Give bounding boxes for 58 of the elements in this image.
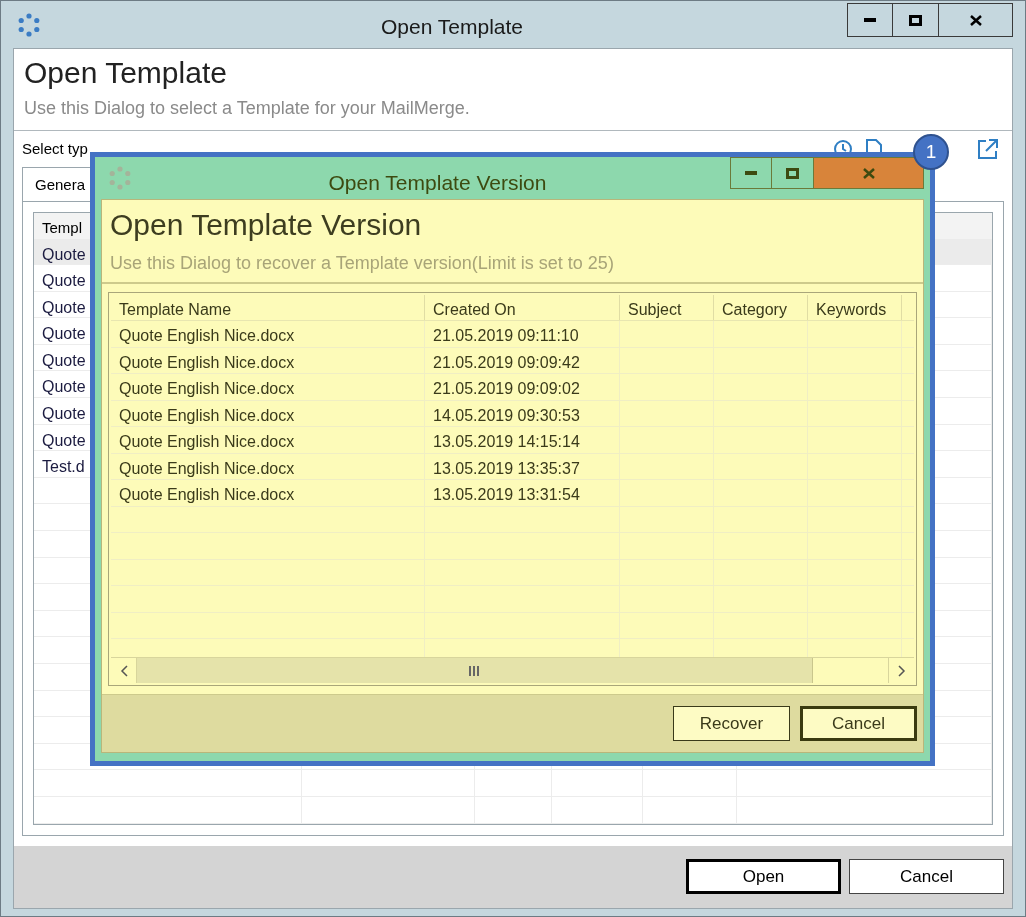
app-logo-icon: [108, 166, 132, 190]
maximize-button[interactable]: [893, 3, 939, 37]
table-cell: Quote: [42, 431, 86, 449]
table-cell: Quote: [42, 298, 86, 316]
dialog-subtitle: Use this Dialog to select a Template for your MailMerge.: [24, 97, 471, 120]
minimize-icon: [745, 171, 757, 175]
table-cell: Quote: [42, 405, 86, 423]
table-cell: Quote: [42, 325, 86, 343]
table-cell: Quote: [42, 245, 86, 263]
column-header: Category: [714, 295, 808, 320]
column-header: Keywords: [808, 295, 902, 320]
cancel-button[interactable]: Cancel: [800, 706, 917, 741]
window-title: Open Template: [379, 14, 524, 40]
table-cell: Quote: [42, 378, 86, 396]
minimize-button[interactable]: [847, 3, 893, 37]
column-header: Subject: [620, 295, 714, 320]
dialog-heading: Open Template: [24, 55, 228, 91]
external-link-icon[interactable]: [976, 137, 1000, 161]
table-cell: 21.05.2019 09:09:42: [433, 353, 580, 371]
minimize-button[interactable]: [730, 157, 772, 189]
table-cell: 13.05.2019 14:15:14: [433, 433, 580, 450]
window-title: Open Template Version: [327, 170, 548, 196]
table-cell: Quote English Nice.docx: [119, 327, 295, 344]
column-header: Template Name: [111, 295, 425, 320]
recover-button[interactable]: Recover: [673, 706, 790, 741]
table-cell: Quote English Nice.docx: [119, 353, 295, 371]
table-cell: Test.d: [42, 458, 85, 476]
table-cell: 14.05.2019 09:30:53: [433, 406, 580, 424]
dialog-heading: Open Template Version: [110, 207, 423, 243]
maximize-icon: [909, 14, 922, 26]
table-cell: 13.05.2019 13:35:37: [433, 459, 580, 477]
grip-icon: [469, 665, 480, 676]
table-cell: Quote English Nice.docx: [119, 380, 295, 397]
scrollbar-thumb[interactable]: [137, 658, 813, 683]
column-header: Templ: [42, 218, 82, 236]
type-label: Select typ: [22, 138, 88, 159]
table-cell: 21.05.2019 09:11:10: [433, 327, 579, 344]
table-cell: 21.05.2019 09:09:02: [433, 380, 580, 397]
table-cell: Quote English Nice.docx: [119, 406, 295, 424]
table-cell: Quote English Nice.docx: [119, 486, 295, 503]
maximize-icon: [786, 167, 799, 179]
table-cell: Quote English Nice.docx: [119, 459, 295, 477]
dialog-subtitle: Use this Dialog to recover a Template version(Limit is set to 25): [110, 252, 615, 275]
cancel-button[interactable]: Cancel: [849, 859, 1004, 895]
table-cell: Quote: [42, 351, 86, 369]
close-button[interactable]: [939, 3, 1013, 37]
close-icon: [969, 14, 982, 26]
column-header: Created On: [425, 295, 620, 320]
table-cell: Quote English Nice.docx: [119, 433, 295, 450]
minimize-icon: [864, 18, 876, 22]
close-icon: [862, 167, 875, 179]
app-logo-icon: [17, 12, 41, 37]
table-cell: Quote: [42, 272, 86, 290]
horizontal-scrollbar[interactable]: [111, 657, 914, 683]
chevron-right-icon[interactable]: [897, 664, 906, 677]
chevron-left-icon[interactable]: [119, 664, 128, 677]
open-button[interactable]: Open: [686, 859, 841, 895]
table-cell: 13.05.2019 13:31:54: [433, 486, 580, 503]
